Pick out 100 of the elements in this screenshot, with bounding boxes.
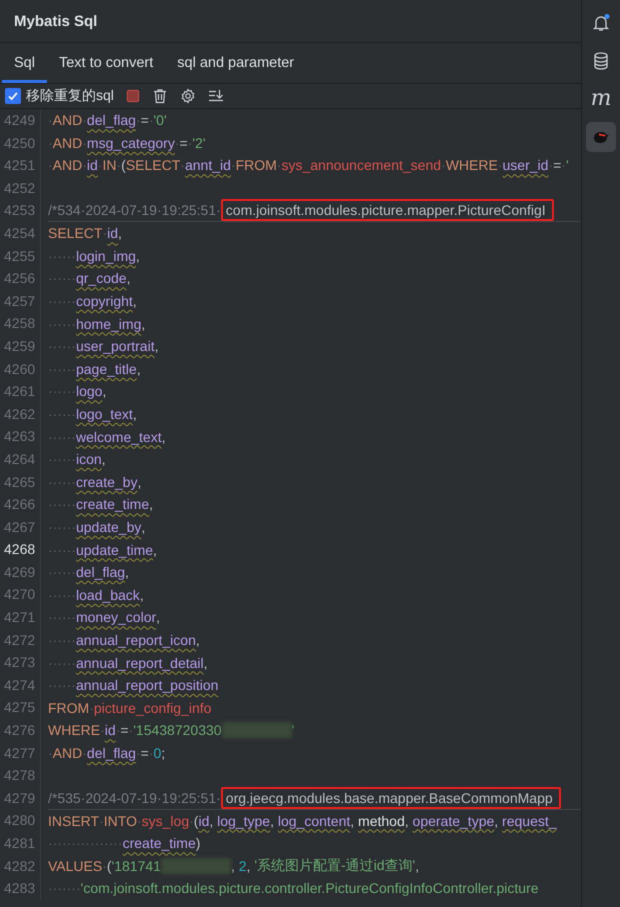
panel-title: Mybatis Sql — [14, 12, 98, 30]
whitespace-marks: ······ — [48, 609, 76, 626]
punctuation: , — [118, 225, 122, 242]
sql-keyword: VALUES — [48, 858, 102, 874]
whitespace-marks: ······ — [48, 564, 76, 580]
whitespace-marks: · — [189, 812, 194, 829]
column-name: annual_report_position — [76, 677, 218, 694]
punctuation: , — [141, 316, 146, 332]
string-literal: ' — [292, 722, 294, 738]
line-number: 4252 — [0, 176, 41, 200]
column-name: update_time — [76, 542, 154, 558]
whitespace-marks: · — [48, 157, 53, 174]
punctuation: , — [153, 542, 157, 558]
whitespace-marks: · — [82, 744, 87, 761]
tool-window-button[interactable]: m — [586, 84, 616, 114]
punctuation: , — [494, 812, 500, 829]
sql-keyword: WHERE — [48, 722, 100, 738]
column-name: user_portrait — [76, 338, 155, 354]
column-name: id — [86, 157, 98, 174]
column-name: create_time — [76, 496, 150, 512]
line-number: 4256 — [0, 267, 41, 290]
column-name: request_ — [502, 812, 557, 829]
punctuation: , — [415, 858, 420, 874]
settings-icon[interactable] — [180, 88, 196, 104]
whitespace-marks: ······ — [48, 518, 76, 535]
whitespace-marks: ······ — [48, 542, 76, 558]
whitespace-marks: · — [188, 134, 192, 151]
string-literal: 'com.joinsoft.modules.picture.controller.PictureConfigInfoController.picture — [80, 880, 539, 896]
checkbox[interactable] — [5, 88, 21, 104]
line-number: 4259 — [0, 334, 41, 358]
tab[interactable]: Sql — [2, 43, 47, 83]
line-number: 4283 — [0, 877, 41, 900]
mapper-name: org.jeecg.modules.base.mapper.BaseCommonMapp — [220, 786, 561, 809]
punctuation: , — [137, 474, 142, 490]
column-name: del_flag — [86, 112, 136, 128]
column-name: log_type — [217, 812, 270, 829]
punctuation: , — [102, 383, 106, 400]
line-number: 4255 — [0, 244, 41, 268]
line-number: 4279 — [0, 786, 41, 810]
whitespace-marks: · — [136, 744, 141, 761]
sql-keyword: SELECT — [48, 225, 102, 242]
line-number: 4277 — [0, 742, 41, 764]
whitespace-marks: ······ — [48, 451, 76, 468]
column-name: id — [104, 722, 116, 738]
punctuation: = — [180, 134, 188, 151]
column-name: icon — [76, 451, 102, 468]
whitespace-marks: · — [276, 157, 282, 174]
line-number: 4264 — [0, 448, 41, 470]
whitespace-marks: · — [48, 744, 53, 761]
whitespace-marks: · — [102, 225, 108, 242]
sql-keyword: SELECT — [126, 157, 180, 174]
column-name: create_by — [76, 474, 138, 490]
line-number: 4270 — [0, 583, 41, 606]
sql-comment: /*534·2024-07-19·19:25:51· — [48, 202, 221, 218]
scroll-to-end-icon[interactable] — [208, 88, 224, 104]
sql-keyword: AND — [52, 112, 82, 128]
whitespace-marks: · — [148, 744, 154, 761]
plugin-logo: m — [590, 88, 612, 110]
whitespace-marks: · — [48, 134, 53, 151]
column-name: user_id — [502, 157, 548, 174]
punctuation: = — [140, 744, 149, 761]
whitespace-marks: · — [116, 722, 120, 738]
whitespace-marks: · — [89, 700, 94, 716]
whitespace-marks: ······ — [48, 474, 76, 490]
punctuation: , — [204, 654, 208, 671]
column-name: home_img — [76, 316, 142, 332]
whitespace-marks: · — [98, 157, 102, 174]
whitespace-marks: · — [116, 157, 122, 174]
tab[interactable]: sql and parameter — [165, 43, 306, 83]
whitespace-marks: ······ — [48, 496, 76, 512]
whitespace-marks: ······ — [48, 677, 76, 694]
whitespace-marks: · — [99, 812, 104, 829]
punctuation: ; — [161, 744, 166, 761]
checkbox-label[interactable]: 移除重复的sql — [26, 87, 114, 105]
line-number: 4249 — [0, 109, 41, 132]
mapper-name: com.joinsoft.modules.picture.mapper.PictureConfigI — [220, 199, 554, 222]
redaction-mark — [222, 722, 292, 738]
line-number: 4280 — [0, 809, 41, 832]
column-name: del_flag — [86, 744, 136, 761]
line-number: 4281 — [0, 832, 41, 855]
punctuation: , — [246, 858, 252, 874]
column-name: update_by — [76, 518, 142, 535]
column-name: copyright — [76, 293, 133, 310]
column-name: load_back — [76, 586, 140, 603]
punctuation: , — [125, 564, 129, 580]
whitespace-marks: · — [230, 157, 236, 174]
stop-icon[interactable] — [126, 89, 140, 103]
number-literal: 0 — [153, 744, 162, 761]
punctuation: , — [140, 586, 144, 603]
whitespace-marks: ······ — [48, 316, 76, 332]
sql-keyword: INSERT — [48, 812, 100, 829]
punctuation: , — [136, 360, 141, 377]
tab[interactable]: Text to convert — [46, 43, 166, 83]
trash-icon[interactable] — [152, 88, 168, 104]
punctuation: , — [162, 428, 166, 445]
column-name: annual_report_icon — [76, 632, 196, 648]
sql-keyword: AND — [52, 744, 82, 761]
whitespace-marks: · — [498, 157, 502, 174]
whitespace-marks: · — [128, 722, 134, 738]
punctuation: , — [132, 406, 137, 422]
